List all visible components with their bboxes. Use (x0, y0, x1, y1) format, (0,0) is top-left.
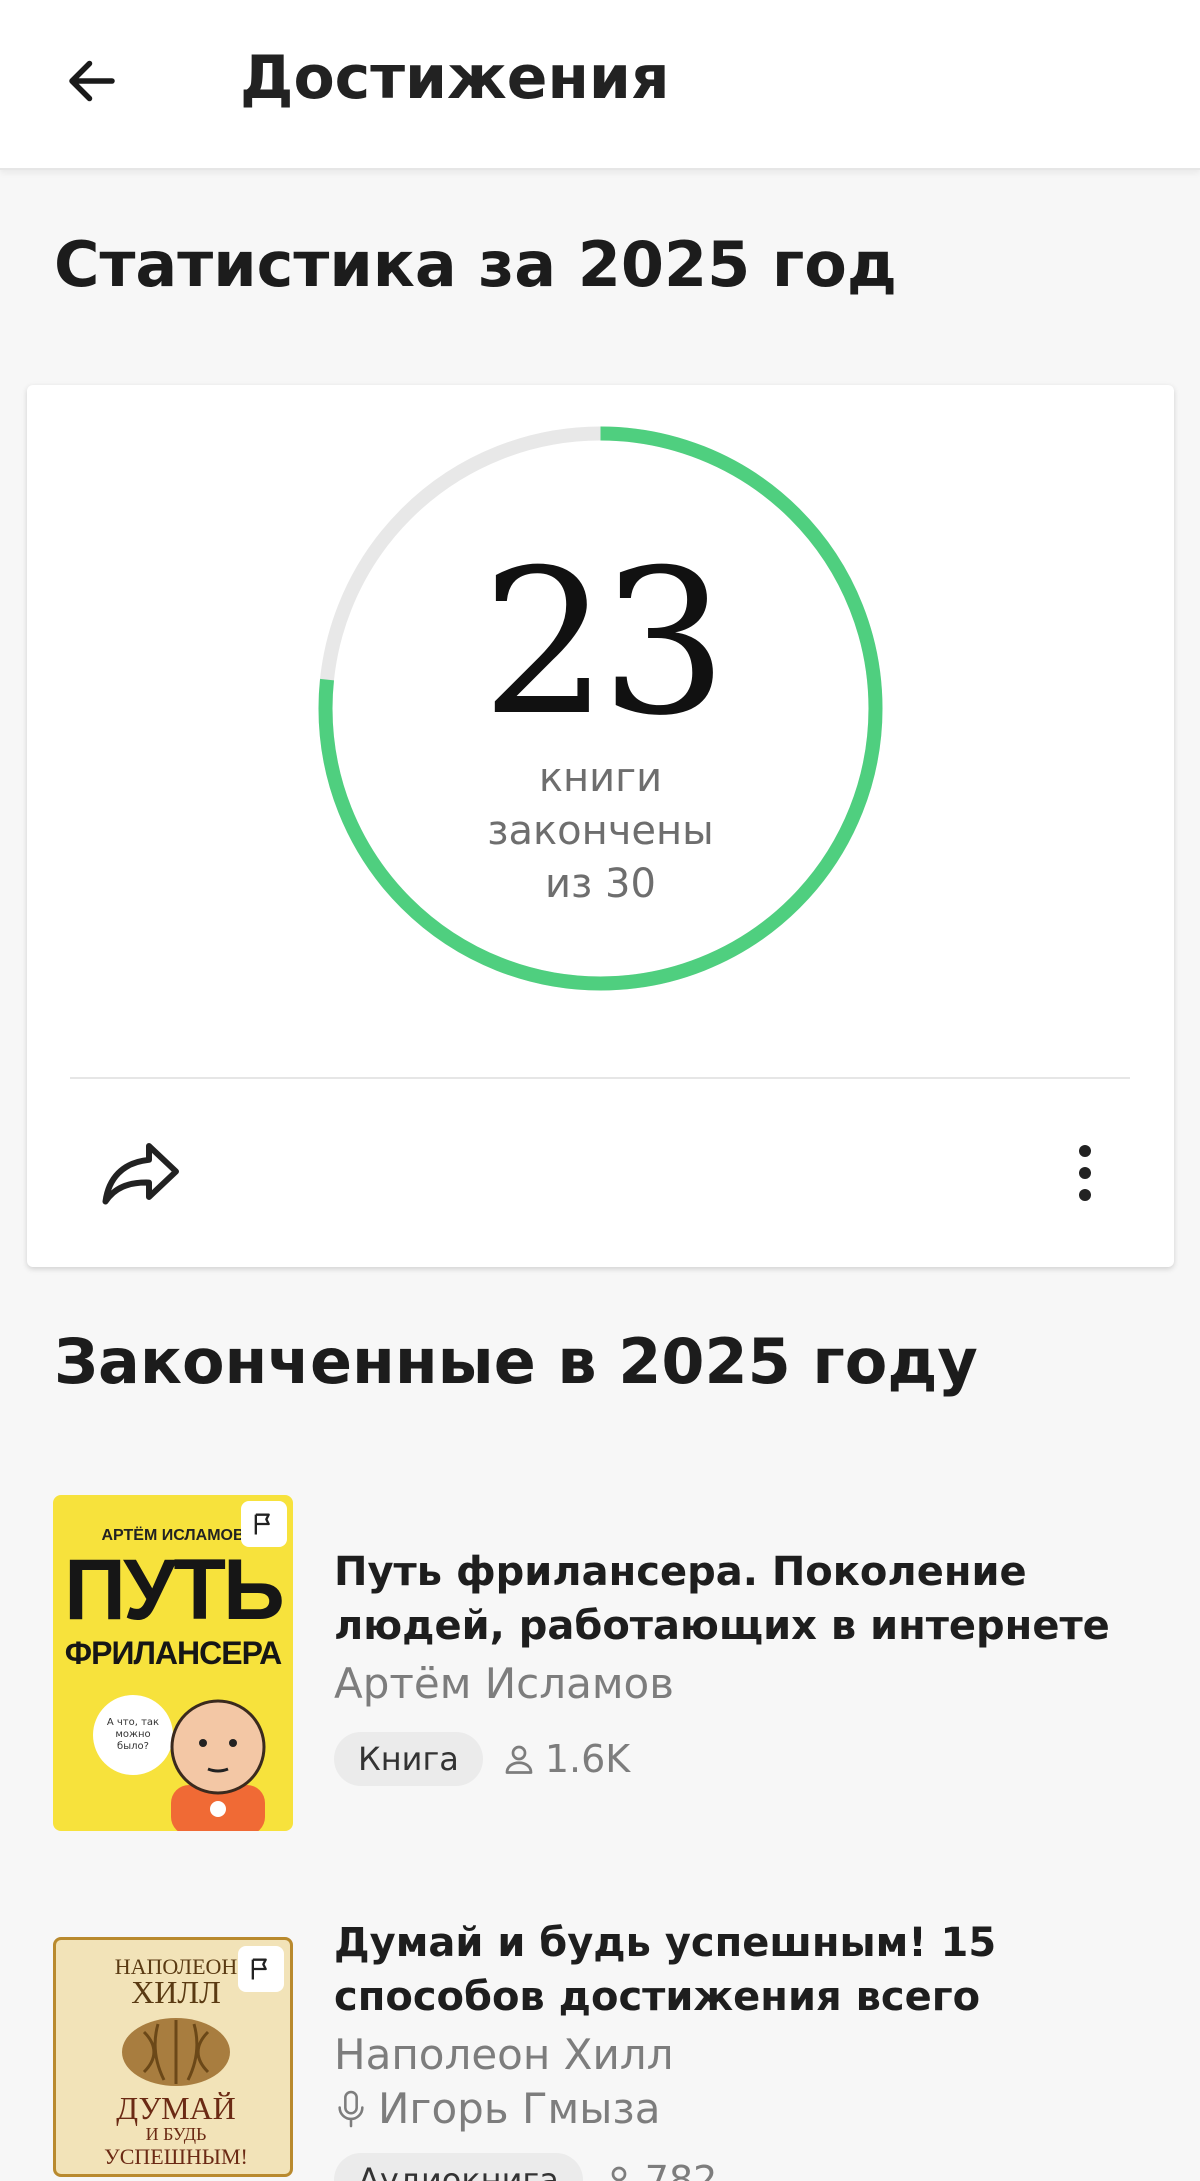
cover-title-line: И БУДЬ (145, 2124, 207, 2144)
card-divider (70, 1077, 1130, 1079)
flag-icon (254, 1513, 270, 1535)
cover-title-line: ДУМАЙ (116, 2090, 236, 2126)
microphone-icon (338, 2090, 364, 2128)
book-narrator: Игорь Гмыза (334, 2083, 660, 2135)
book-author: Наполеон Хилл (334, 2030, 674, 2079)
progress-caption: книги закончены из 30 (316, 752, 885, 911)
book-title: Думай и будь успешным! 15 способов дости… (334, 1920, 997, 2020)
caption-line: закончены (487, 808, 714, 854)
narrator-name: Игорь Гмыза (378, 2084, 661, 2133)
page-title: Достижения (240, 43, 670, 113)
reading-stats-card: 23 книги закончены из 30 (27, 385, 1174, 1267)
finished-section-title: Законченные в 2025 году (54, 1325, 978, 1398)
app-bar: Достижения (0, 0, 1200, 170)
readers-count: 782 (601, 2158, 718, 2181)
arrow-left-icon (69, 60, 115, 102)
cover-illustration (122, 2018, 230, 2086)
book-cover: АРТЁМ ИСЛАМОВ ПУТЬ ФРИЛАНСЕРА А что, так… (53, 1495, 293, 1831)
book-list-item[interactable]: АРТЁМ ИСЛАМОВ ПУТЬ ФРИЛАНСЕРА А что, так… (0, 1495, 1200, 1835)
books-completed-count: 23 (481, 527, 728, 760)
book-title: Путь фрилансера. Поколение людей, работа… (334, 1549, 1110, 1649)
format-badge: Книга (334, 1732, 483, 1786)
back-button[interactable] (44, 33, 140, 129)
user-icon (505, 1745, 533, 1774)
flag-icon (251, 1958, 267, 1980)
more-options-button[interactable] (1049, 1125, 1121, 1221)
readers-count-label: 782 (644, 2158, 718, 2181)
cover-flag-badge (241, 1501, 287, 1547)
book-meta: Книга 1.6K (334, 1732, 630, 1786)
progress-ring: 23 книги закончены из 30 (316, 424, 885, 993)
more-vertical-icon (1079, 1145, 1091, 1201)
stats-section-title: Статистика за 2025 год (54, 228, 897, 301)
cover-title-line: ПУТЬ (64, 1542, 285, 1638)
caption-line: из 30 (545, 861, 656, 907)
share-button[interactable] (80, 1125, 200, 1221)
cover-title-line: УСПЕШНЫМ! (104, 2144, 248, 2169)
book-cover: НАПОЛЕОН ХИЛЛ ДУМАЙ И БУДЬ УСПЕШНЫМ! (53, 1937, 293, 2177)
readers-count: 1.6K (501, 1737, 630, 1781)
readers-count-label: 1.6K (544, 1737, 631, 1781)
book-list-item[interactable]: НАПОЛЕОН ХИЛЛ ДУМАЙ И БУДЬ УСПЕШНЫМ! Дум… (0, 1915, 1200, 2181)
caption-line: книги (538, 755, 663, 801)
cover-flag-badge (238, 1946, 284, 1992)
user-icon (611, 2166, 627, 2181)
book-author: Артём Исламов (334, 1659, 674, 1708)
cover-illustration (170, 1699, 266, 1831)
book-meta: Аудиокнига 782 (334, 2153, 717, 2181)
cover-title-line: ФРИЛАНСЕРА (64, 1635, 282, 1671)
share-arrow-icon (102, 1143, 179, 1205)
format-badge: Аудиокнига (334, 2153, 583, 2181)
